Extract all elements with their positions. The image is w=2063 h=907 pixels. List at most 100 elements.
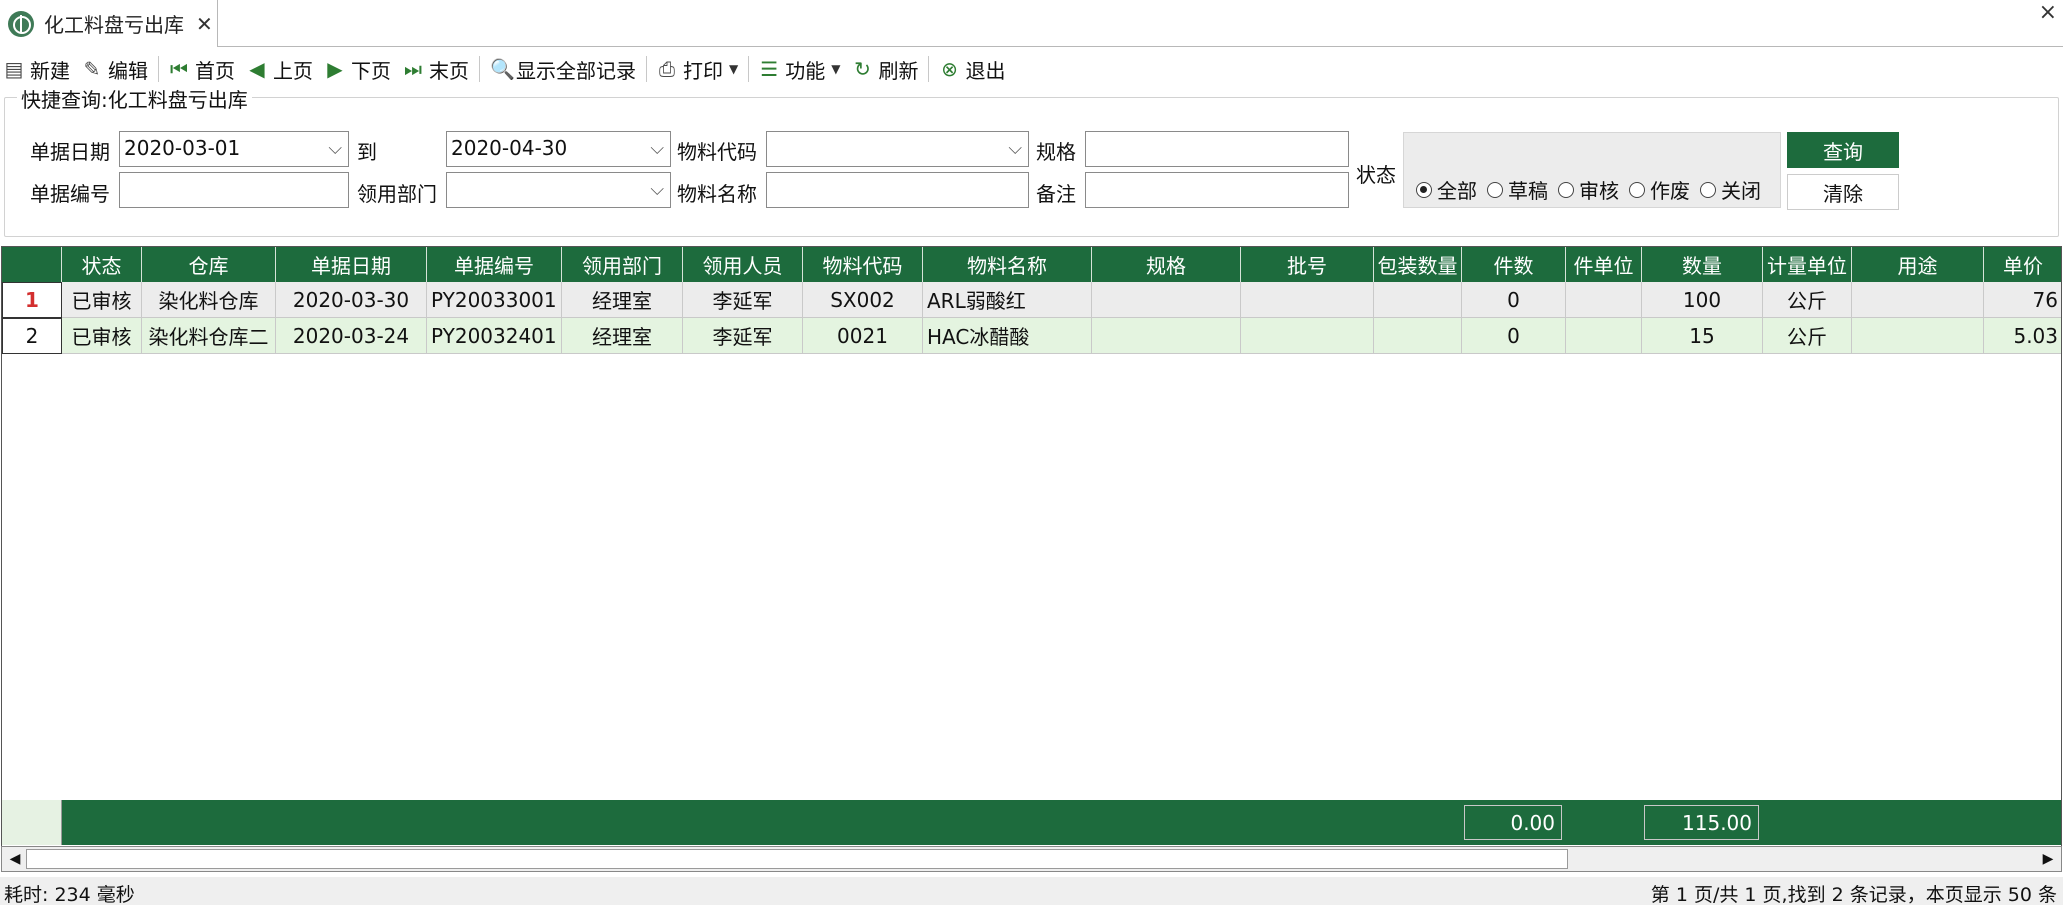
edit-button[interactable]: ✎ 编辑 [78,53,152,85]
cell-person[interactable]: 李延军 [683,282,803,318]
cell-unit[interactable]: 公斤 [1763,318,1852,354]
cell-spec[interactable] [1092,282,1241,318]
refresh-button[interactable]: ↻ 刷新 [848,53,922,85]
column-header[interactable]: 单价 [1984,247,2061,282]
next-page-button[interactable]: ▶ 下页 [321,53,395,85]
horizontal-scrollbar[interactable]: ◀ ▶ [1,846,2062,872]
chevron-down-icon[interactable]: ⌵ [1008,138,1022,159]
column-header[interactable]: 批号 [1241,247,1374,282]
chevron-down-icon[interactable]: ⌵ [650,138,664,159]
first-page-button[interactable]: ⏮ 首页 [165,53,239,85]
functions-button[interactable]: ☰ 功能 ▼ [755,53,844,85]
cell-quantity[interactable]: 15 [1642,318,1763,354]
cell-pack-qty[interactable] [1374,318,1462,354]
status-radio-draft[interactable]: 草稿 [1487,175,1548,204]
column-header[interactable]: 单据编号 [427,247,562,282]
cell-material-name[interactable]: HAC冰醋酸 [923,318,1092,354]
cell-doc-no[interactable]: PY20033001 [427,282,562,318]
scroll-right-icon[interactable]: ▶ [2037,849,2059,869]
cell-piece-unit[interactable] [1566,318,1642,354]
cell-status[interactable]: 已审核 [62,318,142,354]
cell-material-code[interactable]: 0021 [803,318,923,354]
cell-warehouse[interactable]: 染化料仓库二 [142,318,276,354]
cell-doc-no[interactable]: PY20032401 [427,318,562,354]
cell-quantity[interactable]: 100 [1642,282,1763,318]
chevron-down-icon: ▼ [831,62,841,76]
cell-pack-qty[interactable] [1374,282,1462,318]
cell-usage[interactable] [1852,318,1984,354]
dept-label: 领用部门 [357,182,437,206]
cell-person[interactable]: 李延军 [683,318,803,354]
table-row[interactable]: 1 已审核 染化料仓库 2020-03-30 PY20033001 经理室 李延… [2,282,2061,318]
new-document-icon: ▤ [4,57,24,81]
material-name-label: 物料名称 [677,182,757,206]
cell-pieces[interactable]: 0 [1462,282,1566,318]
column-header[interactable]: 件单位 [1566,247,1642,282]
cell-spec[interactable] [1092,318,1241,354]
clear-button[interactable]: 清除 [1787,174,1899,210]
status-radio-approved[interactable]: 审核 [1558,175,1619,204]
status-radio-closed[interactable]: 关闭 [1700,175,1761,204]
print-button[interactable]: ⎙ 打印 ▼ [653,53,742,85]
cell-unit-price[interactable]: 76 [1984,282,2061,318]
column-header[interactable]: 件数 [1462,247,1566,282]
material-code-dropdown[interactable]: ⌵ [766,131,1029,167]
column-header[interactable]: 规格 [1092,247,1241,282]
scrollbar-thumb[interactable] [26,849,1568,869]
row-number[interactable]: 2 [2,318,62,354]
cell-dept[interactable]: 经理室 [562,318,683,354]
cell-pieces[interactable]: 0 [1462,318,1566,354]
new-button[interactable]: ▤ 新建 [0,53,74,85]
printer-icon: ⎙ [659,57,675,81]
material-name-input[interactable] [766,172,1029,208]
status-radio-all[interactable]: 全部 [1416,175,1477,204]
exit-button[interactable]: ⊗ 退出 [935,53,1009,85]
column-header[interactable]: 物料名称 [923,247,1092,282]
column-header[interactable]: 领用人员 [683,247,803,282]
column-header[interactable]: 单据日期 [276,247,427,282]
chevron-down-icon[interactable]: ⌵ [650,179,664,200]
chevron-down-icon[interactable]: ⌵ [328,138,342,159]
show-all-button[interactable]: 🔍 显示全部记录 [486,53,640,85]
column-header[interactable]: 物料代码 [803,247,923,282]
tab-document[interactable]: 化工料盘亏出库 ✕ [0,0,218,47]
query-button[interactable]: 查询 [1787,132,1899,168]
cell-status[interactable]: 已审核 [62,282,142,318]
print-label: 打印 [683,58,723,83]
last-page-button[interactable]: ⏭ 末页 [399,53,473,85]
column-header[interactable]: 仓库 [142,247,276,282]
column-header[interactable]: 包装数量 [1374,247,1462,282]
dept-dropdown[interactable]: ⌵ [446,172,671,208]
column-header[interactable]: 计量单位 [1763,247,1852,282]
scroll-left-icon[interactable]: ◀ [4,849,26,869]
spec-input[interactable] [1085,131,1349,167]
date-from-picker[interactable]: 2020-03-01 ⌵ [119,131,349,167]
cell-usage[interactable] [1852,282,1984,318]
prev-page-button[interactable]: ◀ 上页 [243,53,317,85]
remark-input[interactable] [1085,172,1349,208]
table-row[interactable]: 2 已审核 染化料仓库二 2020-03-24 PY20032401 经理室 李… [2,318,2061,354]
window-close-icon[interactable]: × [2039,0,2057,25]
cell-warehouse[interactable]: 染化料仓库 [142,282,276,318]
cell-batch[interactable] [1241,282,1374,318]
doc-no-input[interactable] [119,172,349,208]
cell-material-name[interactable]: ARL弱酸红 [923,282,1092,318]
column-header[interactable]: 数量 [1642,247,1763,282]
cell-batch[interactable] [1241,318,1374,354]
cell-dept[interactable]: 经理室 [562,282,683,318]
toolbar-separator [928,56,930,82]
cell-unit[interactable]: 公斤 [1763,282,1852,318]
cell-material-code[interactable]: SX002 [803,282,923,318]
cell-unit-price[interactable]: 5.03 [1984,318,2061,354]
status-radio-void[interactable]: 作废 [1629,175,1690,204]
cell-piece-unit[interactable] [1566,282,1642,318]
close-tab-icon[interactable]: ✕ [196,12,213,36]
row-number[interactable]: 1 [2,282,62,318]
cell-doc-date[interactable]: 2020-03-30 [276,282,427,318]
exit-label: 退出 [965,58,1006,83]
column-header[interactable]: 领用部门 [562,247,683,282]
date-to-picker[interactable]: 2020-04-30 ⌵ [446,131,671,167]
cell-doc-date[interactable]: 2020-03-24 [276,318,427,354]
column-header[interactable]: 状态 [62,247,142,282]
column-header[interactable]: 用途 [1852,247,1984,282]
